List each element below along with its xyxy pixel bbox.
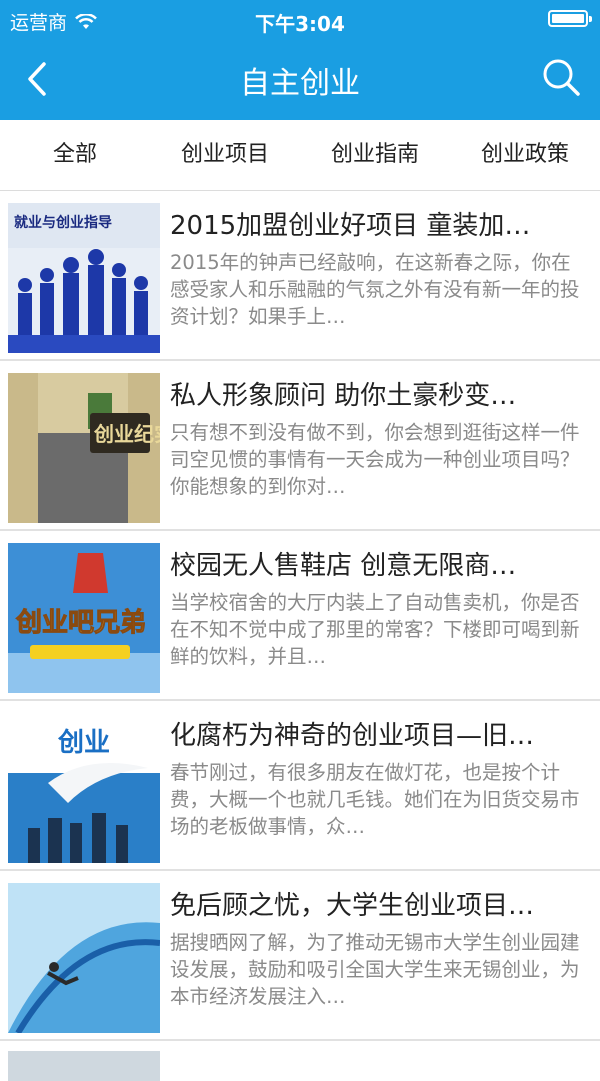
status-time: 下午3:04 bbox=[255, 12, 345, 36]
list-item[interactable]: 创业 化腐朽为神奇的创业项目—旧… 春节刚过，有很多朋友在做灯花，也是按个计费，… bbox=[0, 701, 600, 871]
search-icon[interactable] bbox=[540, 56, 582, 98]
article-title: 免后顾之忧，大学生创业项目… bbox=[170, 891, 535, 921]
article-list: 就业与创业指导 2015加盟创业好项目 童装加… 2015年的钟声已经敲响，在这… bbox=[0, 191, 600, 1081]
article-thumbnail: 创业纪实 bbox=[8, 373, 160, 523]
article-thumbnail: 就业与创业指导 bbox=[8, 203, 160, 353]
list-item[interactable]: 创业吧兄弟 校园无人售鞋店 创意无限商… 当学校宿舍的大厅内装上了自动售卖机，你… bbox=[0, 531, 600, 701]
list-item[interactable]: 免后顾之忧，大学生创业项目… 据搜晒网了解，为了推动无锡市大学生创业园建设发展，… bbox=[0, 871, 600, 1041]
article-title: 私人形象顾问 助你土豪秒变… bbox=[170, 381, 517, 411]
thumbnail-caption: 创业纪实 bbox=[93, 422, 160, 446]
tab-all[interactable]: 全部 bbox=[0, 120, 150, 190]
tab-startup-projects[interactable]: 创业项目 bbox=[150, 120, 300, 190]
article-summary: 当学校宿舍的大厅内装上了自动售卖机，你是否在不知不觉中成了那里的常客？下楼即可喝… bbox=[170, 591, 580, 668]
article-thumbnail: 创业 bbox=[8, 713, 160, 863]
battery-icon bbox=[548, 10, 592, 27]
article-title: 2015加盟创业好项目 童装加… bbox=[170, 211, 531, 241]
article-summary: 2015年的钟声已经敲响，在这新春之际，你在感受家人和乐融融的气氛之外有没有新一… bbox=[170, 251, 580, 328]
list-item[interactable]: 就业与创业指导 2015加盟创业好项目 童装加… 2015年的钟声已经敲响，在这… bbox=[0, 191, 600, 361]
article-thumbnail bbox=[8, 883, 160, 1033]
thumbnail-caption: 创业 bbox=[57, 728, 110, 758]
article-thumbnail: 创业吧兄弟 bbox=[8, 543, 160, 693]
article-title: 化腐朽为神奇的创业项目—旧… bbox=[170, 721, 535, 751]
article-thumbnail bbox=[8, 1051, 160, 1081]
list-item[interactable]: 创业纪实 私人形象顾问 助你土豪秒变… 只有想不到没有做不到，你会想到逛街这样一… bbox=[0, 361, 600, 531]
article-title: 校园无人售鞋店 创意无限商… bbox=[170, 551, 517, 581]
thumbnail-caption: 创业吧兄弟 bbox=[15, 608, 146, 638]
list-item[interactable] bbox=[0, 1041, 600, 1081]
tab-startup-guide[interactable]: 创业指南 bbox=[300, 120, 450, 190]
thumbnail-caption: 就业与创业指导 bbox=[14, 214, 112, 231]
article-summary: 春节刚过，有很多朋友在做灯花，也是按个计费，大概一个也就几毛钱。她们在为旧货交易… bbox=[170, 761, 580, 838]
category-tabs: 全部 创业项目 创业指南 创业政策 bbox=[0, 120, 600, 191]
tab-startup-policy[interactable]: 创业政策 bbox=[450, 120, 600, 190]
article-summary: 据搜晒网了解，为了推动无锡市大学生创业园建设发展，鼓励和吸引全国大学生来无锡创业… bbox=[170, 931, 580, 1008]
navigation-bar: 自主创业 bbox=[0, 38, 600, 120]
article-summary: 只有想不到没有做不到，你会想到逛街这样一件司空见惯的事情有一天会成为一种创业项目… bbox=[170, 421, 580, 498]
page-title: 自主创业 bbox=[240, 66, 360, 101]
status-bar: 运营商 下午3:04 bbox=[0, 0, 600, 38]
